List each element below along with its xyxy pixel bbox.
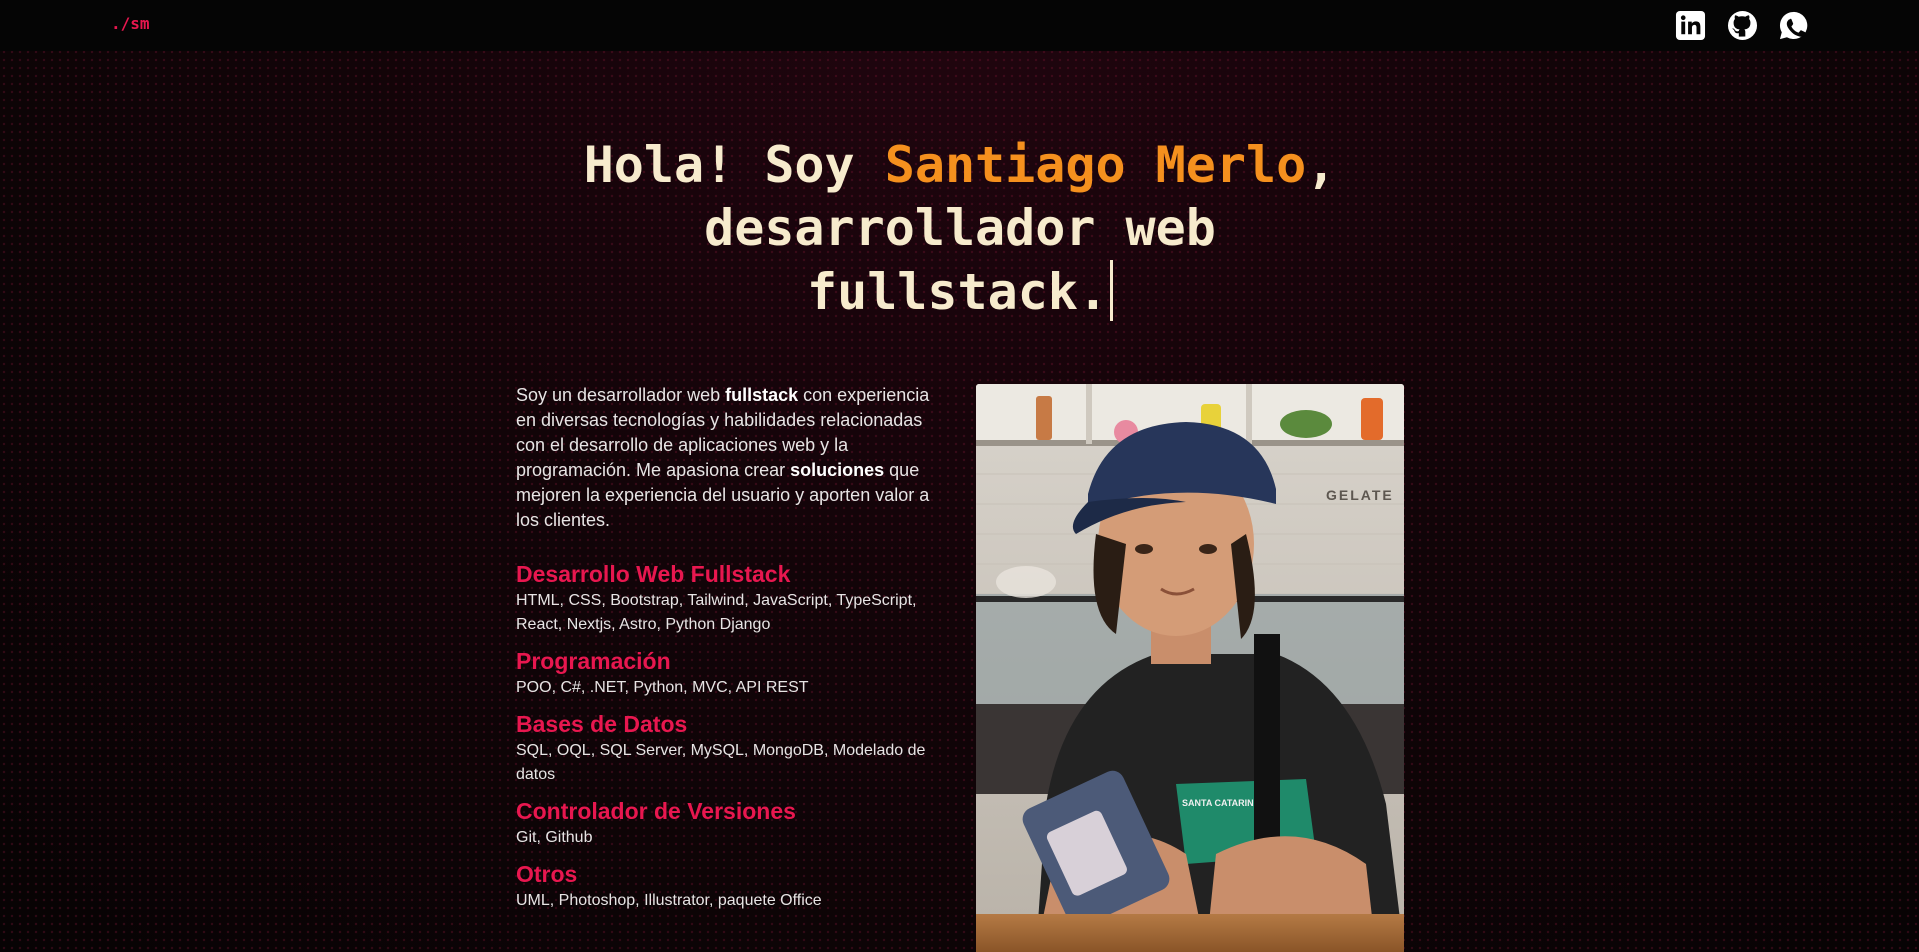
skill-title: Programación [516,648,671,674]
hero-heading: Hola! Soy Santiago Merlo, desarrollador … [560,134,1360,324]
portrait-illustration: GELATE SANTA CATARINA [976,384,1404,952]
linkedin-icon [1675,10,1706,41]
skill-title: Controlador de Versiones [516,798,796,824]
about-text: Soy un desarrollador web [516,385,726,405]
skill-group: Bases de Datos SQL, OQL, SQL Server, MyS… [516,710,951,787]
skill-group: Otros UML, Photoshop, Illustrator, paque… [516,860,951,913]
skill-items: Git, Github [516,829,593,846]
skill-items: SQL, OQL, SQL Server, MySQL, MongoDB, Mo… [516,742,926,783]
skill-group: Desarrollo Web Fullstack HTML, CSS, Boot… [516,560,951,637]
shirt-print-text: SANTA CATARINA [1182,798,1261,808]
shop-sign-text: GELATE [1326,487,1394,503]
whatsapp-icon [1779,11,1808,40]
whatsapp-link[interactable] [1778,10,1809,41]
github-icon [1727,10,1758,41]
hero-name: Santiago Merlo [884,136,1307,194]
profile-photo: GELATE SANTA CATARINA [976,384,1404,952]
about-highlight: soluciones [790,460,885,480]
about-paragraph: Soy un desarrollador web fullstack con e… [516,383,946,533]
skill-items: HTML, CSS, Bootstrap, Tailwind, JavaScri… [516,592,917,633]
skill-group: Programación POO, C#, .NET, Python, MVC,… [516,647,951,700]
site-logo[interactable]: ./sm [111,14,150,33]
hero-role-line: desarrollador web [704,199,1216,257]
about-highlight: fullstack [725,385,799,405]
linkedin-link[interactable] [1675,10,1706,41]
skill-group: Controlador de Versiones Git, Github [516,797,951,850]
hero-comma: , [1306,136,1337,194]
skill-title: Otros [516,861,578,887]
skill-title: Desarrollo Web Fullstack [516,561,791,587]
github-link[interactable] [1727,10,1758,41]
hero-role-line-2: fullstack. [806,263,1109,321]
skill-items: POO, C#, .NET, Python, MVC, API REST [516,679,809,696]
hero-greeting: Hola! Soy [583,136,885,194]
skill-title: Bases de Datos [516,711,688,737]
navbar: ./sm [0,0,1919,51]
skill-items: UML, Photoshop, Illustrator, paquete Off… [516,892,822,909]
skills-list: Desarrollo Web Fullstack HTML, CSS, Boot… [516,560,951,923]
typing-cursor [1110,260,1114,321]
